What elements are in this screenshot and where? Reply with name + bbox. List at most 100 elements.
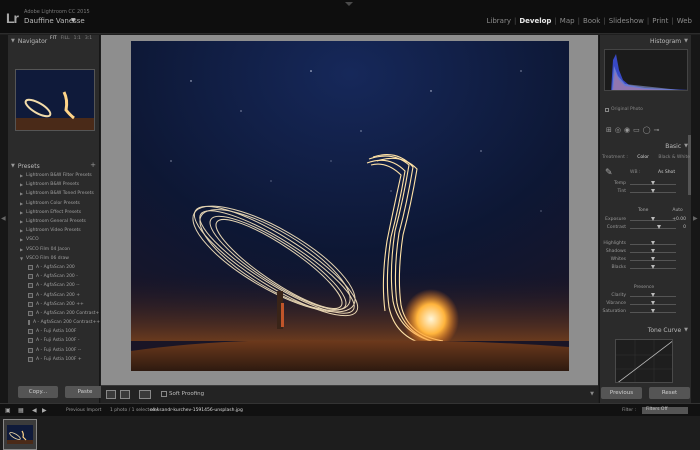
filter-select[interactable]: Filters Off (642, 407, 688, 414)
expanded-triangle-icon[interactable]: ▼ (18, 256, 26, 261)
zoom-3-1[interactable]: 3:1 (85, 36, 92, 41)
previous-button[interactable]: Previous (601, 387, 642, 399)
presets-header[interactable]: ▼ Presets + (8, 161, 100, 171)
preset-item[interactable]: A - AgfaScan 200 -- (8, 281, 100, 290)
left-panel-edge[interactable]: ◀ (0, 35, 8, 403)
before-after-mode-icon[interactable] (139, 390, 151, 399)
radial-filter-icon[interactable]: ◯ (643, 126, 651, 134)
selected-filename[interactable]: oleksandr-kurchev-1591456-unsplash.jpg (150, 408, 243, 413)
exposure-thumb[interactable] (651, 217, 655, 221)
collapsed-triangle-icon[interactable]: ▶ (18, 182, 26, 187)
wb-select[interactable]: As Shot (658, 170, 675, 175)
crop-tool-icon[interactable]: ⊞ (606, 126, 612, 134)
collapsed-triangle-icon[interactable]: ▶ (18, 219, 26, 224)
preset-item[interactable]: A - AgfaScan 200 Contrast++ (8, 318, 100, 327)
module-print[interactable]: Print (649, 17, 671, 25)
original-photo-toggle[interactable]: Original Photo (605, 107, 643, 112)
tone-curve-graph[interactable] (615, 339, 673, 383)
zoom-1-1[interactable]: 1:1 (74, 36, 81, 41)
preset-item[interactable]: A - AgfaScan 200 ++ (8, 300, 100, 309)
whites-slider[interactable]: Whites (602, 257, 688, 264)
treatment-bw[interactable]: Black & White (658, 155, 690, 163)
preset-item[interactable]: A - Fuji Astia 100F -- (8, 346, 100, 355)
preset-folder[interactable]: ▶ Lightroom Color Presets (8, 199, 100, 208)
preset-folder[interactable]: ▶ Lightroom General Presets (8, 217, 100, 226)
module-map[interactable]: Map (557, 17, 578, 25)
collapse-left-icon[interactable]: ◀ (1, 215, 6, 222)
user-caret-icon[interactable]: ▼ (71, 17, 76, 24)
contrast-value[interactable]: 0 (683, 225, 686, 230)
preset-folder[interactable]: ▶ Lightroom Effect Presets (8, 208, 100, 217)
tint-slider[interactable]: Tint (602, 189, 688, 196)
vibrance-slider[interactable]: Vibrance (602, 301, 688, 308)
saturation-slider[interactable]: Saturation (602, 309, 688, 316)
forward-arrow-icon[interactable]: ▶ (42, 407, 47, 414)
before-after-view-icon[interactable] (120, 390, 130, 399)
tint-thumb[interactable] (651, 189, 655, 193)
contrast-slider[interactable]: Contrast 0 (602, 225, 688, 232)
module-book[interactable]: Book (580, 17, 603, 25)
shadows-slider[interactable]: Shadows (602, 249, 688, 256)
shadows-thumb[interactable] (651, 249, 655, 253)
collapse-right-icon[interactable]: ▶ (693, 215, 698, 222)
white-balance-eyedropper-icon[interactable]: ✎ (605, 168, 613, 178)
highlights-slider[interactable]: Highlights (602, 241, 688, 248)
exposure-slider[interactable]: Exposure +0.00 (602, 217, 688, 224)
adjustment-brush-icon[interactable]: ⊸ (654, 126, 660, 134)
blacks-slider[interactable]: Blacks (602, 265, 688, 272)
tone-curve-header[interactable]: Tone Curve ▼ (600, 325, 692, 335)
copy-button[interactable]: Copy... (18, 386, 58, 398)
paste-button[interactable]: Paste (65, 386, 105, 398)
graduated-filter-icon[interactable]: ▭ (633, 126, 640, 134)
collapsed-triangle-icon[interactable]: ▶ (18, 210, 26, 215)
saturation-thumb[interactable] (651, 309, 655, 313)
add-preset-icon[interactable]: + (90, 161, 96, 169)
right-panel-edge[interactable]: ▶ (691, 35, 700, 403)
second-window-icon[interactable]: ▣ (5, 407, 11, 414)
preset-item[interactable]: A - AgfaScan 200 - (8, 272, 100, 281)
zoom-fill[interactable]: FILL (61, 36, 70, 41)
top-panel-toggle-icon[interactable] (345, 2, 353, 6)
preset-item[interactable]: A - AgfaScan 200 + (8, 290, 100, 299)
contrast-track[interactable] (630, 228, 676, 229)
preset-item[interactable]: A - AgfaScan 200 Contrast+ (8, 309, 100, 318)
clarity-thumb[interactable] (651, 293, 655, 297)
navigator-preview[interactable] (15, 69, 95, 131)
main-photo[interactable] (131, 41, 569, 371)
temp-thumb[interactable] (651, 181, 655, 185)
histogram-graph[interactable] (604, 49, 688, 91)
contrast-thumb[interactable] (656, 225, 661, 229)
preset-item[interactable]: A - Fuji Astia 100F - (8, 336, 100, 345)
module-web[interactable]: Web (674, 17, 695, 25)
basic-header[interactable]: Basic ▼ (600, 141, 692, 151)
treatment-color[interactable]: Color (637, 155, 649, 163)
preset-folder[interactable]: ▶ Lightroom B&W Presets (8, 180, 100, 189)
collapsed-triangle-icon[interactable]: ▶ (18, 237, 26, 242)
module-library[interactable]: Library (484, 17, 514, 25)
vibrance-thumb[interactable] (651, 301, 655, 305)
back-arrow-icon[interactable]: ◀ (32, 407, 37, 414)
highlights-thumb[interactable] (651, 241, 655, 245)
histogram-header[interactable]: Histogram ▼ (600, 36, 692, 46)
toolbar-menu-icon[interactable]: ▼ (590, 391, 594, 397)
collapsed-triangle-icon[interactable]: ▶ (18, 228, 26, 233)
loupe-view-icon[interactable] (106, 390, 116, 399)
navigator-header[interactable]: ▼ Navigator FIT FILL 1:1 3:1 (8, 36, 100, 46)
filmstrip-thumbnail[interactable] (3, 419, 37, 450)
reset-button[interactable]: Reset (649, 387, 690, 399)
collapsed-triangle-icon[interactable]: ▶ (18, 173, 26, 178)
original-photo-checkbox[interactable] (605, 107, 609, 112)
preset-folder[interactable]: ▶ Lightroom Video Presets (8, 226, 100, 235)
collapsed-triangle-icon[interactable]: ▶ (18, 247, 26, 252)
preset-folder[interactable]: ▼ VSCO Film 06 draw (8, 254, 100, 263)
exposure-value[interactable]: +0.00 (672, 217, 686, 222)
whites-thumb[interactable] (651, 257, 655, 261)
preset-item[interactable]: A - Fuji Astia 100F + (8, 355, 100, 364)
preset-folder[interactable]: ▶ VSCO Film 04 Jacon (8, 245, 100, 254)
collapsed-triangle-icon[interactable]: ▶ (18, 191, 26, 196)
module-slideshow[interactable]: Slideshow (606, 17, 647, 25)
blacks-thumb[interactable] (651, 265, 655, 269)
zoom-fit[interactable]: FIT (50, 36, 57, 41)
source-label[interactable]: Previous Import (66, 408, 101, 413)
spot-removal-icon[interactable]: ◎ (615, 126, 621, 134)
